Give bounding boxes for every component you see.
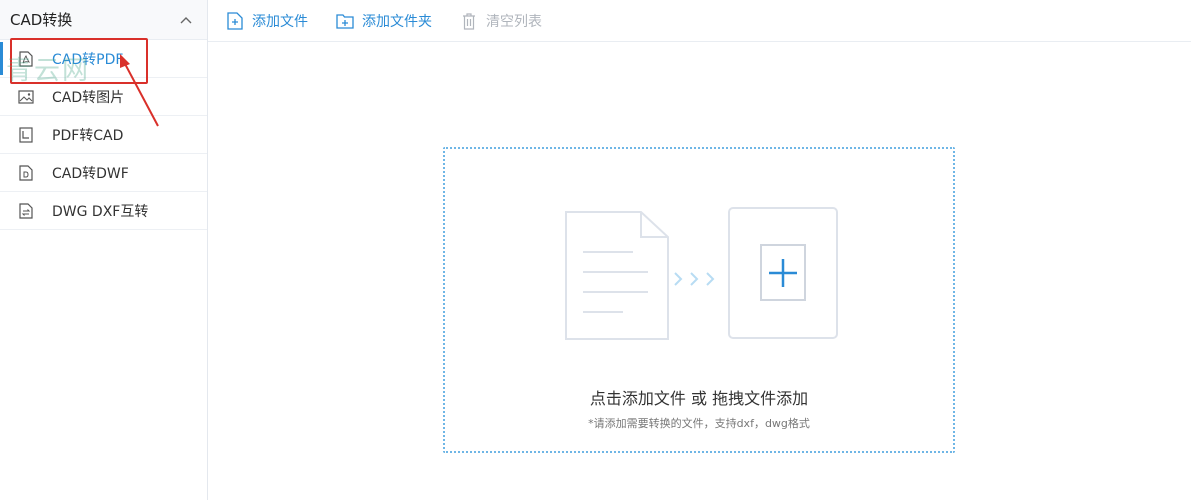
sidebar-item-label: CAD转图片 (52, 89, 125, 106)
trash-icon (460, 12, 478, 30)
add-folder-button[interactable]: 添加文件夹 (336, 11, 432, 31)
sidebar-item-label: PDF转CAD (52, 127, 124, 144)
dropzone-main-text: 点击添加文件 或 拖拽文件添加 (589, 389, 809, 408)
add-file-label: 添加文件 (252, 13, 308, 30)
add-file-icon (226, 11, 244, 30)
add-folder-icon (336, 12, 354, 30)
file-drop-zone[interactable]: 点击添加文件 或 拖拽文件添加 *请添加需要转换的文件，支持dxf，dwg格式 (443, 147, 955, 453)
chevron-up-icon[interactable] (179, 13, 193, 27)
sidebar-item-cad-to-image[interactable]: CAD转图片 (0, 78, 207, 116)
add-folder-label: 添加文件夹 (362, 13, 432, 30)
sidebar-title: CAD转换 (10, 11, 73, 29)
sidebar-item-label: CAD转PDF (52, 51, 124, 68)
swap-file-icon (18, 202, 34, 219)
image-icon (18, 89, 34, 105)
dropzone-hint-text: *请添加需要转换的文件，支持dxf，dwg格式 (588, 417, 810, 430)
sidebar-header[interactable]: CAD转换 (0, 0, 207, 40)
sidebar-item-label: CAD转DWF (52, 165, 129, 182)
add-file-button[interactable]: 添加文件 (226, 11, 308, 31)
sidebar-item-dwg-dxf-swap[interactable]: DWG DXF互转 (0, 192, 207, 230)
sidebar-item-cad-to-pdf[interactable]: CAD转PDF (0, 40, 207, 78)
dwf-file-icon (18, 164, 34, 181)
cad-file-icon (18, 126, 34, 143)
sidebar-item-pdf-to-cad[interactable]: PDF转CAD (0, 116, 207, 154)
pdf-file-icon (18, 50, 34, 67)
toolbar: 添加文件 添加文件夹 清空列表 (208, 0, 1191, 42)
clear-list-label: 清空列表 (486, 13, 542, 30)
clear-list-button[interactable]: 清空列表 (460, 11, 542, 31)
sidebar: CAD转换 CAD转PDF CAD转图片 PDF转CAD CAD转DWF DWG… (0, 0, 208, 500)
file-conversion-illustration (565, 207, 838, 340)
sidebar-list: CAD转PDF CAD转图片 PDF转CAD CAD转DWF DWG DXF互转 (0, 40, 207, 230)
sidebar-item-label: DWG DXF互转 (52, 203, 149, 220)
sidebar-item-cad-to-dwf[interactable]: CAD转DWF (0, 154, 207, 192)
